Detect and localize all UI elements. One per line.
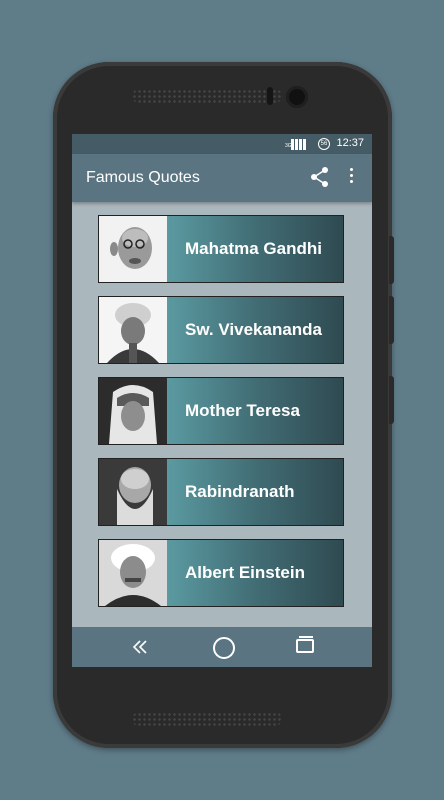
person-name: Rabindranath [167, 459, 343, 525]
navigation-bar [72, 627, 372, 667]
screen: 3G 56 12:37 Famous Quotes Mahatma Gandhi… [72, 134, 372, 667]
status-bar: 3G 56 12:37 [72, 134, 372, 154]
app-title: Famous Quotes [86, 169, 200, 186]
front-camera [286, 86, 308, 108]
more-vert-icon[interactable] [350, 168, 354, 186]
phone-side-button [389, 376, 394, 424]
portrait-teresa [99, 378, 167, 444]
portrait-gandhi [99, 216, 167, 282]
bottom-speaker [132, 712, 282, 726]
proximity-sensor [267, 87, 273, 105]
person-card-rabindranath[interactable]: Rabindranath [98, 458, 344, 526]
person-name: Albert Einstein [167, 540, 343, 606]
app-bar: Famous Quotes [72, 154, 372, 202]
top-speaker [132, 89, 282, 103]
phone-side-button [389, 236, 394, 284]
data-badge: 56 [320, 141, 328, 147]
person-card-gandhi[interactable]: Mahatma Gandhi [98, 215, 344, 283]
portrait-einstein [99, 540, 167, 606]
person-card-einstein[interactable]: Albert Einstein [98, 539, 344, 607]
person-card-teresa[interactable]: Mother Teresa [98, 377, 344, 445]
person-name: Mahatma Gandhi [167, 216, 343, 282]
portrait-vivekananda [99, 297, 167, 363]
status-time: 12:37 [336, 137, 364, 149]
person-card-vivekananda[interactable]: Sw. Vivekananda [98, 296, 344, 364]
phone-side-button [389, 296, 394, 344]
person-name: Mother Teresa [167, 378, 343, 444]
back-icon[interactable] [132, 639, 148, 655]
signal-icon [291, 139, 311, 150]
person-name: Sw. Vivekananda [167, 297, 343, 363]
home-icon[interactable] [213, 637, 235, 659]
data-saver-icon: 56 [318, 138, 330, 150]
portrait-rabindranath [99, 459, 167, 525]
share-icon[interactable] [310, 166, 330, 188]
recents-icon[interactable] [296, 636, 314, 653]
